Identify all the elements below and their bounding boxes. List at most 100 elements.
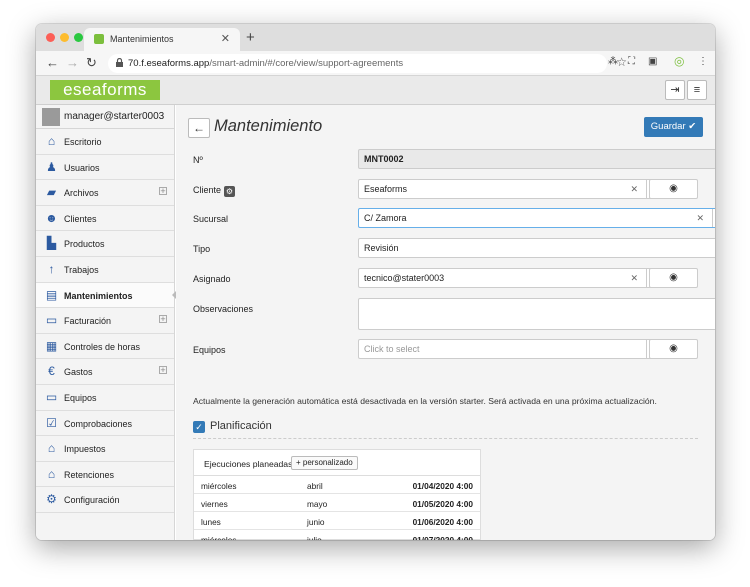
table-row: miércoles julio 01/07/2020 4:00: [194, 530, 480, 540]
main-content: ← Mantenimiento Guardar ✔ Nº MNT0002 Cli…: [176, 105, 715, 540]
home-icon: ⌂: [47, 134, 56, 148]
numero-label: Nº: [193, 155, 203, 165]
clear-icon[interactable]: ✕: [696, 209, 704, 227]
cell-day: lunes: [201, 517, 221, 527]
tipo-value: Revisión: [364, 243, 399, 253]
sidebar-item[interactable]: € Gastos +: [36, 359, 174, 385]
sidebar-item[interactable]: ⌂ Impuestos: [36, 436, 174, 462]
hamburger-menu-icon[interactable]: ≡: [687, 80, 707, 100]
sidebar-item-label: Mantenimientos: [64, 290, 133, 301]
schedule-header: Ejecuciones planeadas + personalizado: [194, 450, 480, 476]
sidebar-item-label: Retenciones: [64, 469, 115, 480]
cell-month: mayo: [307, 499, 328, 509]
sidebar-item[interactable]: ▙ Productos: [36, 231, 174, 257]
sidebar-item[interactable]: ▰ Archivos +: [36, 180, 174, 206]
cell-day: miércoles: [201, 481, 237, 491]
sidebar-item[interactable]: ♟ Usuarios: [36, 155, 174, 181]
user-icon: ♟: [46, 159, 57, 174]
view-equipos-button[interactable]: ◉: [649, 339, 698, 359]
view-asignado-button[interactable]: ◉: [649, 268, 698, 288]
cart-icon: ▙: [46, 236, 57, 251]
schedule-table: Ejecuciones planeadas + personalizado mi…: [193, 449, 481, 540]
users-icon: ☻: [45, 210, 58, 225]
sidebar-item[interactable]: ☻ Clientes: [36, 206, 174, 232]
starter-notice: Actualmente la generación automática est…: [193, 396, 657, 406]
laptop-icon: ▭: [45, 389, 58, 404]
bank-icon: ⌂: [47, 466, 56, 481]
cell-date: 01/07/2020 4:00: [412, 535, 473, 540]
logout-icon[interactable]: ⇥: [665, 80, 685, 100]
sidebar-item[interactable]: ▭ Facturación +: [36, 308, 174, 334]
save-button[interactable]: Guardar ✔: [644, 117, 703, 137]
profile-icon[interactable]: ◎: [674, 54, 684, 68]
gear-icon[interactable]: ⚙: [224, 186, 236, 197]
bank-icon: ⌂: [47, 441, 56, 456]
observaciones-textarea[interactable]: [358, 298, 715, 330]
sucursal-select[interactable]: C/ Zamora ✕ ▾: [358, 208, 715, 228]
eye-icon: ◉: [669, 343, 678, 354]
sidebar-item-label: Trabajos: [64, 264, 99, 275]
cliente-value: Eseaforms: [364, 184, 408, 194]
expand-icon[interactable]: +: [159, 315, 167, 324]
clear-icon[interactable]: ✕: [630, 269, 638, 287]
close-window-button[interactable]: [46, 33, 55, 42]
back-arrow-icon[interactable]: ←: [46, 55, 59, 70]
sidebar-item[interactable]: ⌂ Escritorio: [36, 129, 174, 155]
equipos-label: Equipos: [193, 345, 226, 355]
add-custom-button[interactable]: + personalizado: [291, 456, 358, 470]
address-bar[interactable]: 70.f.eseaforms.app/smart-admin/#/core/vi…: [108, 54, 627, 73]
equipos-placeholder: Click to select: [364, 344, 420, 354]
menu-dots-icon[interactable]: ⋮: [698, 56, 708, 67]
extension-icon[interactable]: ▣: [648, 56, 657, 67]
sidebar-item[interactable]: ▦ Controles de horas: [36, 334, 174, 360]
observaciones-label: Observaciones: [193, 304, 254, 314]
app-header: eseaforms ⇥ ≡: [36, 76, 715, 105]
sidebar-item-label: Equipos: [64, 392, 97, 403]
sidebar-item[interactable]: ▭ Equipos: [36, 385, 174, 411]
planificacion-checkbox[interactable]: ✓: [193, 421, 205, 433]
sidebar-item-label: Controles de horas: [64, 341, 141, 352]
clear-icon[interactable]: ✕: [630, 180, 638, 198]
reload-icon[interactable]: ↻: [86, 55, 97, 71]
tipo-select[interactable]: Revisión▼: [358, 238, 715, 258]
sidebar: manager@starter0003 ⌂ Escritorio ♟ Usuarios…: [36, 105, 176, 540]
chevron-down-icon[interactable]: ▾: [712, 209, 715, 227]
cell-date: 01/06/2020 4:00: [412, 517, 473, 527]
minimize-window-button[interactable]: [60, 33, 69, 42]
tab-close-icon[interactable]: ✕: [221, 32, 230, 45]
back-button[interactable]: ←: [188, 118, 210, 138]
url-host: 70.f.eseaforms.app: [128, 58, 210, 69]
sucursal-value: C/ Zamora: [364, 213, 407, 223]
asignado-select[interactable]: tecnico@stater0003✕▾: [358, 268, 667, 288]
cell-day: viernes: [201, 499, 228, 509]
sidebar-item[interactable]: ⌂ Retenciones: [36, 462, 174, 488]
sidebar-item-label: Productos: [64, 239, 105, 250]
money-icon: ▭: [45, 313, 58, 328]
view-cliente-button[interactable]: ◉: [649, 179, 698, 199]
sidebar-item[interactable]: ⚙ Configuración: [36, 487, 174, 513]
sidebar-item-label: Escritorio: [64, 137, 102, 147]
equipos-select[interactable]: Click to select▾: [358, 339, 667, 359]
screenshot-icon[interactable]: ⛶: [628, 56, 635, 67]
numero-field: MNT0002: [358, 149, 715, 169]
forward-arrow-icon[interactable]: →: [66, 55, 79, 70]
sidebar-item-label: Configuración: [64, 495, 120, 506]
cliente-select[interactable]: Eseaforms✕▾: [358, 179, 667, 199]
sidebar-item[interactable]: ↑ Trabajos: [36, 257, 174, 283]
browser-tab[interactable]: Mantenimientos ✕: [84, 28, 240, 51]
tab-strip: Mantenimientos ✕ +: [36, 24, 715, 51]
extension-icon[interactable]: ⁂: [608, 56, 618, 67]
cliente-label: Cliente: [193, 185, 222, 195]
sidebar-item[interactable]: ☑ Comprobaciones: [36, 411, 174, 437]
expand-icon[interactable]: +: [159, 187, 167, 196]
maximize-window-button[interactable]: [74, 33, 83, 42]
sidebar-item[interactable]: ▤ Mantenimientos: [36, 282, 176, 309]
new-tab-icon[interactable]: +: [246, 29, 255, 46]
expand-icon[interactable]: +: [159, 366, 167, 375]
url-path: /smart-admin/#/core/view/support-agreeme…: [209, 58, 404, 69]
cell-date: 01/05/2020 4:00: [412, 499, 473, 509]
user-box[interactable]: manager@starter0003: [36, 105, 174, 129]
gear-icon: ⚙: [46, 492, 57, 507]
app-logo[interactable]: eseaforms: [50, 80, 160, 100]
browser-window: Mantenimientos ✕ + ← → ↻ 70.f.eseaforms.…: [36, 24, 715, 540]
